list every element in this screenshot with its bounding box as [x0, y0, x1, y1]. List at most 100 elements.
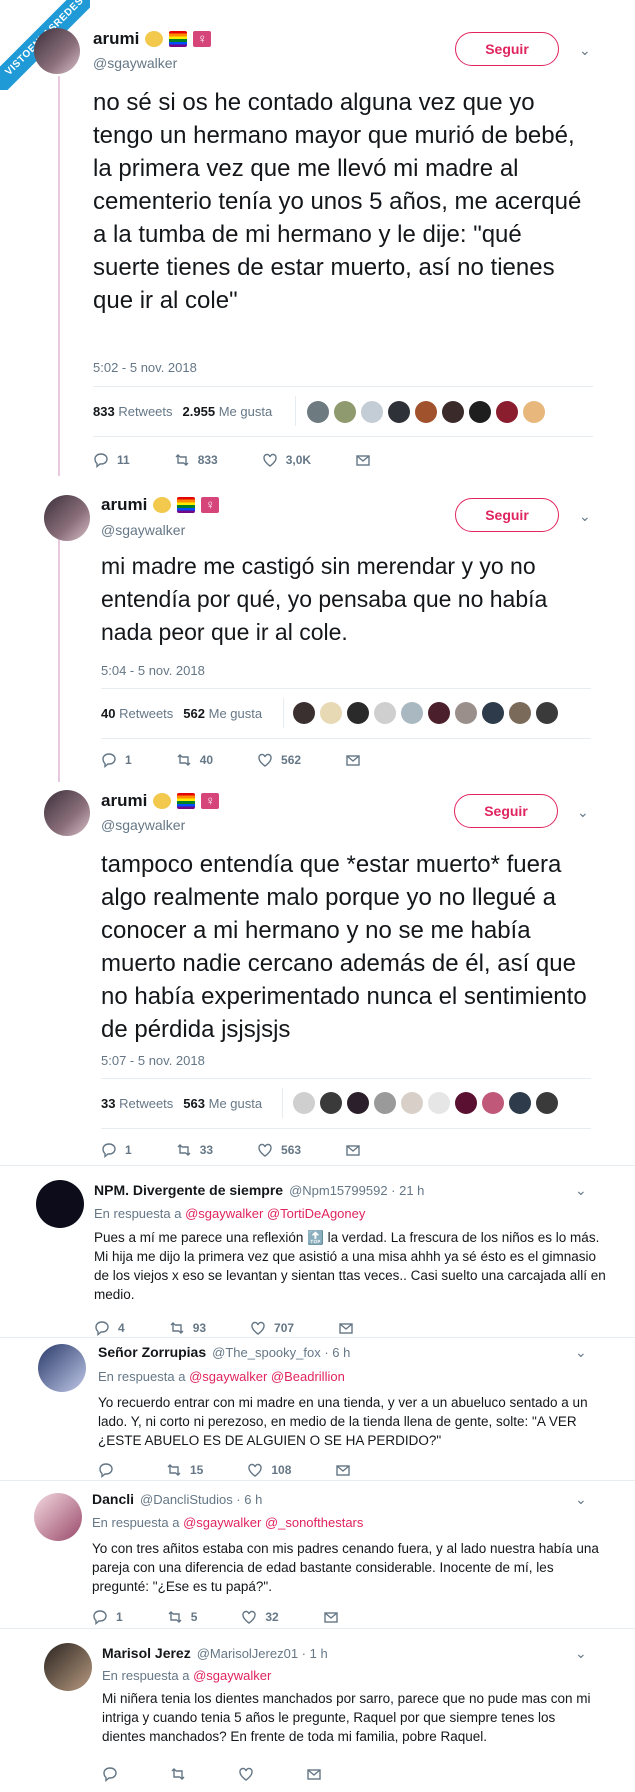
divider	[101, 1128, 591, 1129]
reply-mentions[interactable]: @sgaywalker @TortiDeAgoney	[185, 1206, 365, 1221]
like-action[interactable]: 562	[257, 752, 301, 768]
retweet-count[interactable]: 833 Retweets	[93, 404, 173, 419]
liker-avatars[interactable]	[307, 401, 545, 423]
reply-author-handle[interactable]: @The_spooky_fox · 6 h	[212, 1345, 350, 1360]
tweet-timestamp[interactable]: 5:02 - 5 nov. 2018	[93, 360, 197, 375]
author-handle[interactable]: @sgaywalker	[93, 55, 177, 71]
retweet-icon	[167, 1464, 181, 1476]
reply-author-name[interactable]: NPM. Divergente de siempre	[94, 1182, 283, 1198]
like-action[interactable]: 32	[241, 1609, 279, 1625]
reply-author-row: Dancli @DancliStudios · 6 h	[92, 1491, 262, 1507]
like-action[interactable]	[238, 1766, 262, 1782]
thread-tweet-3: arumi ♀ @sgaywalker Seguir ⌄ tampoco ent…	[0, 780, 635, 1170]
engagement-stats: 833 Retweets 2.955 Me gusta	[93, 404, 272, 419]
avatar[interactable]	[34, 1493, 82, 1541]
female-sign-icon: ♀	[201, 497, 220, 513]
like-count[interactable]: 2.955 Me gusta	[183, 404, 273, 419]
heart-icon	[248, 1463, 263, 1477]
envelope-icon	[346, 1145, 360, 1156]
message-action[interactable]	[306, 1766, 322, 1782]
message-action[interactable]	[338, 1320, 354, 1336]
reply-author-name[interactable]: Dancli	[92, 1491, 134, 1507]
reply-tweet-2: Señor Zorrupias @The_spooky_fox · 6 h ⌄ …	[0, 1338, 635, 1488]
avatar[interactable]	[36, 1180, 84, 1228]
retweet-icon	[177, 1144, 191, 1156]
engagement-stats: 33 Retweets 563 Me gusta	[101, 1096, 262, 1111]
reply-text: Yo recuerdo entrar con mi madre en una t…	[98, 1395, 588, 1448]
retweet-action[interactable]: 5	[167, 1609, 197, 1625]
like-action[interactable]: 3,0K	[262, 452, 311, 468]
like-action[interactable]: 707	[250, 1320, 294, 1336]
engagement-stats: 40 Retweets 562 Me gusta	[101, 706, 262, 721]
chevron-down-icon[interactable]: ⌄	[575, 1344, 587, 1361]
female-sign-icon: ♀	[193, 31, 212, 47]
avatar[interactable]	[44, 790, 90, 836]
reply-action[interactable]: 1	[92, 1609, 123, 1625]
author-name-row: arumi ♀	[101, 791, 220, 811]
reply-mentions[interactable]: @sgaywalker @Beadrillion	[189, 1369, 345, 1384]
like-count[interactable]: 563 Me gusta	[183, 1096, 262, 1111]
author-handle[interactable]: @sgaywalker	[101, 522, 185, 538]
message-action[interactable]	[323, 1609, 339, 1625]
reply-action[interactable]	[102, 1766, 126, 1782]
retweet-action[interactable]	[170, 1766, 194, 1782]
avatar[interactable]	[44, 495, 90, 541]
envelope-icon	[324, 1612, 338, 1623]
retweet-action[interactable]: 93	[169, 1320, 206, 1336]
in-reply-to: En respuesta a @sgaywalker	[102, 1668, 272, 1683]
retweet-count[interactable]: 40 Retweets	[101, 706, 173, 721]
reply-action[interactable]: 1	[101, 1142, 132, 1158]
retweet-action[interactable]: 40	[176, 752, 213, 768]
reply-author-handle[interactable]: @Npm15799592 · 21 h	[289, 1183, 424, 1198]
rainbow-flag-icon	[177, 793, 196, 809]
chevron-down-icon[interactable]: ⌄	[579, 508, 591, 525]
reply-author-name[interactable]: Marisol Jerez	[102, 1645, 191, 1661]
female-sign-icon: ♀	[201, 793, 220, 809]
tweet-timestamp[interactable]: 5:04 - 5 nov. 2018	[101, 663, 205, 678]
message-action[interactable]	[335, 1462, 351, 1478]
follow-button[interactable]: Seguir	[455, 498, 559, 532]
like-action[interactable]: 108	[247, 1462, 291, 1478]
avatar[interactable]	[34, 28, 80, 74]
reply-action[interactable]: 1	[101, 752, 132, 768]
reply-mentions[interactable]: @sgaywalker	[193, 1668, 271, 1683]
reply-icon	[94, 453, 108, 468]
author-handle[interactable]: @sgaywalker	[101, 817, 185, 833]
chevron-down-icon[interactable]: ⌄	[575, 1645, 587, 1662]
message-action[interactable]	[345, 1142, 361, 1158]
like-action[interactable]: 563	[257, 1142, 301, 1158]
retweet-action[interactable]: 33	[176, 1142, 213, 1158]
retweet-count[interactable]: 33 Retweets	[101, 1096, 173, 1111]
in-reply-to: En respuesta a @sgaywalker @_sonofthesta…	[92, 1515, 364, 1530]
like-count[interactable]: 562 Me gusta	[183, 706, 262, 721]
chevron-down-icon[interactable]: ⌄	[575, 1491, 587, 1508]
tweet-timestamp[interactable]: 5:07 - 5 nov. 2018	[101, 1053, 205, 1068]
reply-author-row: NPM. Divergente de siempre @Npm15799592 …	[94, 1182, 424, 1198]
reply-icon	[102, 753, 116, 768]
message-action[interactable]	[345, 752, 361, 768]
tweet-text: mi madre me castigó sin merendar y yo no…	[101, 553, 548, 645]
reply-mentions[interactable]: @sgaywalker @_sonofthestars	[183, 1515, 363, 1530]
reply-author-name[interactable]: Señor Zorrupias	[98, 1344, 206, 1360]
follow-button[interactable]: Seguir	[454, 794, 558, 828]
liker-avatars[interactable]	[293, 1092, 558, 1114]
reply-tweet-3: Dancli @DancliStudios · 6 h ⌄ En respues…	[0, 1481, 635, 1631]
avatar[interactable]	[38, 1344, 86, 1392]
chevron-down-icon[interactable]: ⌄	[579, 42, 591, 59]
reply-author-handle[interactable]: @MarisolJerez01 · 1 h	[197, 1646, 328, 1661]
reply-action[interactable]	[98, 1462, 122, 1478]
retweet-action[interactable]: 833	[174, 452, 218, 468]
follow-button[interactable]: Seguir	[455, 32, 559, 66]
retweet-action[interactable]: 15	[166, 1462, 203, 1478]
liker-avatars[interactable]	[293, 702, 558, 724]
message-action[interactable]	[355, 452, 371, 468]
envelope-icon	[307, 1769, 321, 1780]
chevron-down-icon[interactable]: ⌄	[577, 804, 589, 821]
tweet-text: no sé si os he contado alguna vez que yo…	[93, 89, 582, 314]
divider	[93, 386, 593, 387]
avatar[interactable]	[44, 1643, 92, 1691]
chevron-down-icon[interactable]: ⌄	[575, 1182, 587, 1199]
reply-action[interactable]: 4	[94, 1320, 125, 1336]
reply-author-handle[interactable]: @DancliStudios · 6 h	[140, 1492, 262, 1507]
reply-action[interactable]: 11	[93, 452, 130, 468]
